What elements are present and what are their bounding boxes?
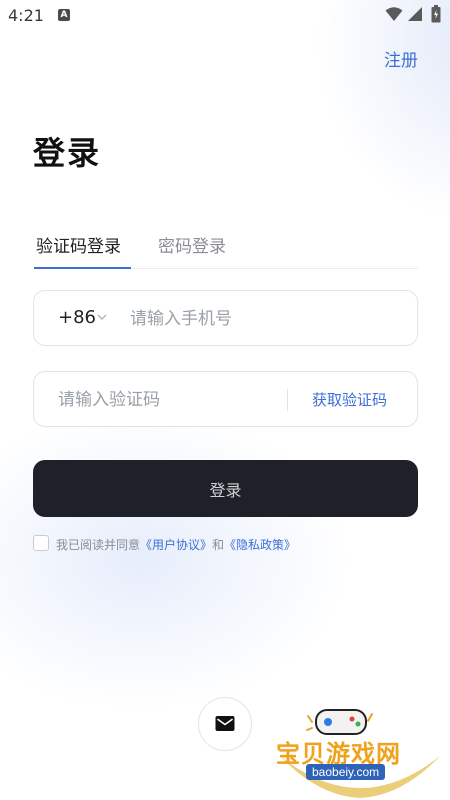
chevron-down-icon[interactable] bbox=[97, 313, 107, 321]
verification-code-input[interactable] bbox=[58, 388, 298, 412]
tab-sms-login[interactable]: 验证码登录 bbox=[36, 232, 121, 257]
get-code-button[interactable]: 获取验证码 bbox=[312, 389, 387, 410]
page-title: 登录 bbox=[33, 134, 102, 172]
phone-input[interactable] bbox=[130, 307, 400, 331]
country-code-selector[interactable]: +86 bbox=[58, 307, 96, 328]
agreement-prefix: 我已阅读并同意 bbox=[56, 538, 141, 552]
app-notification-icon: A bbox=[58, 9, 70, 21]
agreement-text: 我已阅读并同意《用户协议》和《隐私政策》 bbox=[56, 536, 296, 553]
phone-field: +86 bbox=[33, 290, 418, 346]
agreement-checkbox[interactable] bbox=[33, 535, 49, 551]
user-agreement-link[interactable]: 《用户协议》 bbox=[140, 538, 212, 552]
divider bbox=[287, 389, 288, 411]
status-time: 4:21 bbox=[8, 6, 44, 25]
status-bar: 4:21 A bbox=[0, 0, 450, 32]
watermark-logo: 宝贝游戏网 baobeiy.com bbox=[272, 700, 450, 800]
tab-password-login[interactable]: 密码登录 bbox=[158, 232, 226, 257]
active-tab-indicator bbox=[34, 267, 131, 269]
signal-icon bbox=[408, 7, 422, 21]
battery-icon bbox=[431, 5, 441, 23]
verification-code-field: 获取验证码 bbox=[33, 371, 418, 427]
mail-icon bbox=[215, 716, 235, 731]
mail-login-button[interactable] bbox=[198, 697, 252, 751]
register-link[interactable]: 注册 bbox=[384, 46, 418, 71]
privacy-policy-link[interactable]: 《隐私政策》 bbox=[224, 538, 296, 552]
agreement-conjunction: 和 bbox=[212, 538, 225, 552]
login-button[interactable]: 登录 bbox=[33, 460, 418, 517]
wifi-icon bbox=[385, 7, 403, 21]
watermark-url: baobeiy.com bbox=[306, 764, 386, 780]
login-tabs: 验证码登录 密码登录 bbox=[34, 230, 418, 269]
